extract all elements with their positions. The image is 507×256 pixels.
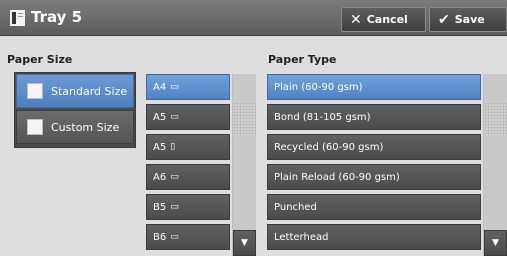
paper-size-item-label: A5: [153, 111, 167, 123]
paper-size-item[interactable]: B6 ▭: [146, 224, 230, 250]
scroll-down-button[interactable]: ▼: [484, 230, 507, 256]
checkmark-icon: ✔: [438, 11, 450, 28]
page-title: Tray 5: [31, 8, 83, 26]
paper-size-item-label: B5: [153, 201, 167, 213]
paper-size-item-label: A4: [153, 81, 167, 93]
chevron-down-icon: ▼: [492, 238, 499, 248]
paper-type-item-label: Recycled (60-90 gsm): [274, 141, 384, 153]
paper-type-item[interactable]: Plain Reload (60-90 gsm): [267, 164, 481, 190]
paper-size-item-label: B6: [153, 231, 167, 243]
scroll-down-button[interactable]: ▼: [233, 230, 256, 256]
paper-size-list: A4 ▭ A5 ▭ A5 ▯ A6 ▭ B5 ▭ B6 ▭: [146, 74, 230, 254]
paper-type-item[interactable]: Plain (60-90 gsm): [267, 74, 481, 100]
custom-size-label: Custom Size: [51, 120, 120, 134]
paper-size-label: Paper Size: [7, 53, 73, 66]
paper-size-item-label: A5: [153, 141, 167, 153]
close-icon: ✕: [350, 11, 362, 28]
paper-size-item[interactable]: A5 ▯: [146, 134, 230, 160]
standard-size-button[interactable]: Standard Size: [16, 74, 134, 108]
cancel-button[interactable]: ✕ Cancel: [341, 7, 426, 32]
paper-size-item-label: A6: [153, 171, 167, 183]
paper-type-item[interactable]: Letterhead: [267, 224, 481, 250]
paper-size-item[interactable]: A5 ▭: [146, 104, 230, 130]
paper-type-scrollbar[interactable]: ▼: [483, 74, 507, 256]
chevron-down-icon: ▼: [241, 238, 248, 248]
orientation-portrait-icon: ▯: [170, 142, 176, 152]
save-label: Save: [454, 13, 485, 26]
scrollbar-thumb[interactable]: [484, 102, 507, 136]
paper-type-item[interactable]: Bond (81-105 gsm): [267, 104, 481, 130]
paper-type-label: Paper Type: [268, 53, 337, 66]
cancel-label: Cancel: [366, 13, 408, 26]
paper-type-item-label: Letterhead: [274, 231, 329, 243]
tray-icon: [10, 10, 25, 26]
paper-type-item-label: Plain Reload (60-90 gsm): [274, 171, 400, 183]
paper-type-item[interactable]: Punched: [267, 194, 481, 220]
paper-type-item[interactable]: Recycled (60-90 gsm): [267, 134, 481, 160]
save-button[interactable]: ✔ Save: [429, 7, 507, 32]
orientation-landscape-icon: ▭: [170, 172, 179, 182]
checkbox-icon: [27, 119, 43, 135]
paper-type-item-label: Plain (60-90 gsm): [274, 81, 363, 93]
paper-type-item-label: Punched: [274, 201, 317, 213]
orientation-landscape-icon: ▭: [170, 112, 179, 122]
scrollbar-thumb[interactable]: [233, 102, 256, 136]
paper-size-item[interactable]: B5 ▭: [146, 194, 230, 220]
paper-size-scrollbar[interactable]: ▼: [232, 74, 256, 256]
paper-size-item[interactable]: A4 ▭: [146, 74, 230, 100]
orientation-landscape-icon: ▭: [170, 82, 179, 92]
standard-size-label: Standard Size: [51, 84, 128, 98]
paper-type-item-label: Bond (81-105 gsm): [274, 111, 371, 123]
paper-size-item[interactable]: A6 ▭: [146, 164, 230, 190]
paper-type-list: Plain (60-90 gsm) Bond (81-105 gsm) Recycl…: [267, 74, 481, 254]
orientation-landscape-icon: ▭: [170, 202, 179, 212]
custom-size-button[interactable]: Custom Size: [16, 110, 134, 144]
orientation-landscape-icon: ▭: [170, 232, 179, 242]
checkbox-icon: [27, 83, 43, 99]
